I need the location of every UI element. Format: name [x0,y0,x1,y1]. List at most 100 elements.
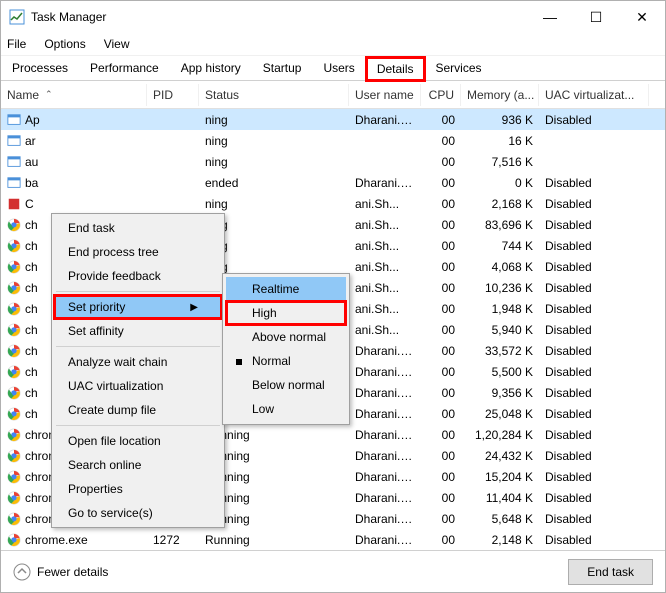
titlebar[interactable]: Task Manager — ☐ ✕ [1,1,665,33]
cell-user: ani.Sh... [349,300,421,318]
tab-users[interactable]: Users [312,56,365,80]
cell-cpu: 00 [421,510,461,528]
cell-uac: Disabled [539,489,649,507]
close-button[interactable]: ✕ [619,1,665,33]
cell-memory: 9,356 K [461,384,539,402]
ctx-end-task[interactable]: End task [54,216,222,240]
col-user[interactable]: User name [349,84,421,106]
table-row[interactable]: ApningDharani.Sh...00936 KDisabled [1,109,665,130]
menubar: File Options View [1,33,665,55]
cell-cpu: 00 [421,384,461,402]
tab-details[interactable]: Details [366,57,425,81]
tab-processes[interactable]: Processes [1,56,79,80]
fewer-details-toggle[interactable]: Fewer details [13,563,108,581]
cell-cpu: 00 [421,342,461,360]
cell-status: ning [199,111,349,129]
col-pid[interactable]: PID [147,84,199,106]
col-memory[interactable]: Memory (a... [461,84,539,106]
cell-uac: Disabled [539,279,649,297]
cell-uac: Disabled [539,216,649,234]
cell-memory: 7,516 K [461,153,539,171]
ctx-provide-feedback[interactable]: Provide feedback [54,264,222,288]
ctx-uac-virtualization[interactable]: UAC virtualization [54,374,222,398]
cell-uac: Disabled [539,405,649,423]
cell-user: ani.Sh... [349,258,421,276]
priority-below-normal[interactable]: Below normal [226,373,346,397]
cell-memory: 936 K [461,111,539,129]
cell-memory: 1,948 K [461,300,539,318]
cell-memory: 744 K [461,237,539,255]
cell-pid [147,181,199,185]
cell-memory: 24,432 K [461,447,539,465]
cell-cpu: 00 [421,111,461,129]
cell-cpu: 00 [421,363,461,381]
menu-options[interactable]: Options [42,35,87,53]
table-row[interactable]: ar ning 0016 K [1,130,665,151]
cell-user: Dharani.Sh... [349,384,421,402]
ctx-analyze-wait-chain[interactable]: Analyze wait chain [54,350,222,374]
cell-cpu: 00 [421,195,461,213]
cell-cpu: 00 [421,531,461,549]
ctx-separator [56,346,220,347]
cell-memory: 83,696 K [461,216,539,234]
cell-pid: 1272 [147,531,199,549]
table-row[interactable]: baendedDharani.Sh...000 KDisabled [1,172,665,193]
cell-memory: 11,404 K [461,489,539,507]
col-name[interactable]: Name⌃ [1,84,147,106]
menu-file[interactable]: File [5,35,28,53]
priority-low[interactable]: Low [226,397,346,421]
ctx-end-process-tree[interactable]: End process tree [54,240,222,264]
table-row[interactable]: auning007,516 K [1,151,665,172]
ctx-set-priority[interactable]: Set priority▶ [54,295,222,319]
cell-cpu: 00 [421,174,461,192]
cell-name: au [1,153,147,171]
tab-services[interactable]: Services [425,56,493,80]
priority-above-normal[interactable]: Above normal [226,325,346,349]
cell-cpu: 00 [421,132,461,150]
cell-memory: 4,068 K [461,258,539,276]
cell-uac: Disabled [539,342,649,360]
end-task-button[interactable]: End task [568,559,653,585]
tab-performance[interactable]: Performance [79,56,170,80]
priority-high[interactable]: High [226,301,346,325]
ctx-set-affinity[interactable]: Set affinity [54,319,222,343]
task-manager-window: Task Manager — ☐ ✕ File Options View Pro… [0,0,666,593]
ctx-search-online[interactable]: Search online [54,453,222,477]
col-cpu[interactable]: CPU [421,84,461,106]
menu-view[interactable]: View [102,35,132,53]
ctx-properties[interactable]: Properties [54,477,222,501]
cell-uac: Disabled [539,531,649,549]
cell-uac: Disabled [539,111,649,129]
minimize-button[interactable]: — [527,1,573,33]
tab-app-history[interactable]: App history [170,56,252,80]
priority-normal[interactable]: Normal [226,349,346,373]
cell-status: ning [199,132,349,150]
cell-name: ar [1,132,147,150]
table-row[interactable]: chrome.exe1272RunningDharani.Sh...002,14… [1,529,665,550]
cell-user: ani.Sh... [349,216,421,234]
cell-user: Dharani.Sh... [349,489,421,507]
cell-memory: 1,20,284 K [461,426,539,444]
cell-user: Dharani.Sh... [349,111,421,129]
table-row[interactable]: Cningani.Sh...002,168 KDisabled [1,193,665,214]
cell-memory: 0 K [461,174,539,192]
maximize-button[interactable]: ☐ [573,1,619,33]
cell-user: ani.Sh... [349,237,421,255]
ctx-go-to-services[interactable]: Go to service(s) [54,501,222,525]
cell-cpu: 00 [421,258,461,276]
cell-pid [147,202,199,206]
tab-startup[interactable]: Startup [252,56,313,80]
ctx-separator [56,291,220,292]
window-title: Task Manager [31,10,527,24]
col-uac[interactable]: UAC virtualizat... [539,84,649,106]
cell-cpu: 00 [421,300,461,318]
cell-memory: 16 K [461,132,539,150]
ctx-create-dump-file[interactable]: Create dump file [54,398,222,422]
cell-status: ning [199,195,349,213]
priority-submenu: Realtime High Above normal Normal Below … [222,273,350,425]
cell-uac: Disabled [539,258,649,276]
ctx-open-file-location[interactable]: Open file location [54,429,222,453]
cell-memory: 33,572 K [461,342,539,360]
col-status[interactable]: Status [199,84,349,106]
priority-realtime[interactable]: Realtime [226,277,346,301]
